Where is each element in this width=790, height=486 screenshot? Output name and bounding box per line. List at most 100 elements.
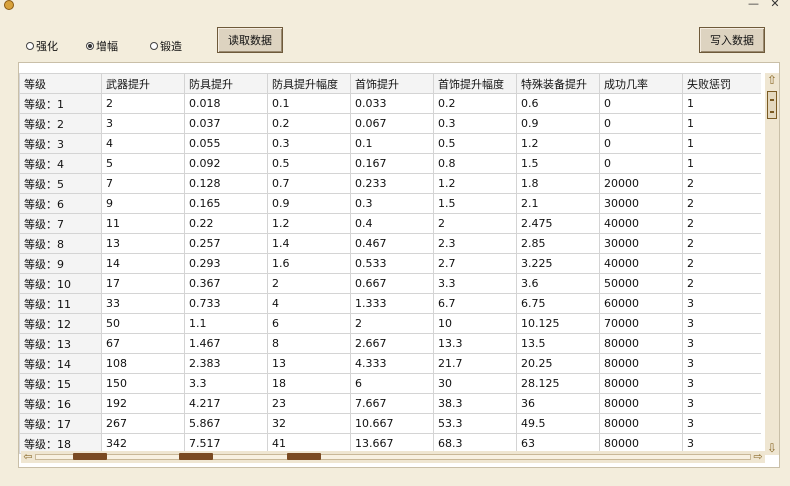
row-header-cell[interactable]: 等级：11 [19, 293, 102, 314]
minimize-button[interactable]: — [745, 0, 763, 10]
table-cell[interactable]: 13.3 [433, 333, 517, 354]
table-cell[interactable]: 40000 [599, 213, 683, 234]
table-row[interactable]: 等级：16 192 4.217 23 7.667 38.3 36 80000 3 [19, 393, 761, 414]
table-row[interactable]: 等级：8 13 0.257 1.4 0.467 2.3 2.85 30000 2 [19, 233, 761, 254]
table-cell[interactable]: 0.293 [184, 253, 268, 274]
table-cell[interactable]: 50 [101, 313, 185, 334]
table-cell[interactable]: 1 [682, 93, 761, 114]
row-header-cell[interactable]: 等级：7 [19, 213, 102, 234]
table-cell[interactable]: 36 [516, 393, 600, 414]
scroll-left-icon[interactable]: ⇦ [21, 451, 35, 463]
table-cell[interactable]: 7 [101, 173, 185, 194]
table-cell[interactable]: 0.533 [350, 253, 434, 274]
table-row[interactable]: 等级：3 4 0.055 0.3 0.1 0.5 1.2 0 1 [19, 133, 761, 154]
table-cell[interactable]: 4.333 [350, 353, 434, 374]
horizontal-scroll-track[interactable] [35, 454, 751, 460]
table-cell[interactable]: 70000 [599, 313, 683, 334]
table-cell[interactable]: 0.5 [433, 133, 517, 154]
table-cell[interactable]: 4 [267, 293, 351, 314]
table-cell[interactable]: 1.467 [184, 333, 268, 354]
radio-zengfu[interactable]: 增幅 [86, 38, 118, 54]
horizontal-scrollbar[interactable]: ⇦ ⇨ [21, 451, 765, 463]
table-cell[interactable]: 0.8 [433, 153, 517, 174]
scroll-down-icon[interactable]: ⇩ [765, 441, 779, 455]
table-cell[interactable]: 0.167 [350, 153, 434, 174]
scroll-right-icon[interactable]: ⇨ [751, 451, 765, 463]
table-cell[interactable]: 49.5 [516, 413, 600, 434]
row-header-cell[interactable]: 等级：12 [19, 313, 102, 334]
table-cell[interactable]: 9 [101, 193, 185, 214]
table-row[interactable]: 等级：10 17 0.367 2 0.667 3.3 3.6 50000 2 [19, 273, 761, 294]
table-cell[interactable]: 32 [267, 413, 351, 434]
row-header-cell[interactable]: 等级：14 [19, 353, 102, 374]
table-cell[interactable]: 5 [101, 153, 185, 174]
table-cell[interactable]: 3.225 [516, 253, 600, 274]
table-row[interactable]: 等级：1 2 0.018 0.1 0.033 0.2 0.6 0 1 [19, 93, 761, 114]
table-cell[interactable]: 80000 [599, 413, 683, 434]
table-cell[interactable]: 6.75 [516, 293, 600, 314]
table-cell[interactable]: 0.733 [184, 293, 268, 314]
table-cell[interactable]: 0.067 [350, 113, 434, 134]
write-data-button[interactable]: 写入数据 [699, 27, 765, 53]
table-cell[interactable]: 0.037 [184, 113, 268, 134]
table-cell[interactable]: 0.7 [267, 173, 351, 194]
column-header[interactable]: 防具提升幅度 [267, 73, 351, 94]
table-cell[interactable]: 0.367 [184, 273, 268, 294]
table-cell[interactable]: 2 [682, 273, 761, 294]
table-cell[interactable]: 0.5 [267, 153, 351, 174]
table-cell[interactable]: 11 [101, 213, 185, 234]
table-cell[interactable]: 0.667 [350, 273, 434, 294]
table-cell[interactable]: 1 [682, 153, 761, 174]
vertical-scroll-thumb[interactable] [767, 91, 777, 119]
column-header[interactable]: 成功几率 [599, 73, 683, 94]
table-cell[interactable]: 14 [101, 253, 185, 274]
table-cell[interactable]: 3.3 [433, 273, 517, 294]
table-cell[interactable]: 0 [599, 133, 683, 154]
table-cell[interactable]: 33 [101, 293, 185, 314]
table-cell[interactable]: 6 [350, 373, 434, 394]
table-cell[interactable]: 13 [101, 233, 185, 254]
table-cell[interactable]: 0.033 [350, 93, 434, 114]
table-cell[interactable]: 30000 [599, 193, 683, 214]
table-cell[interactable]: 0.1 [350, 133, 434, 154]
table-cell[interactable]: 2.3 [433, 233, 517, 254]
table-cell[interactable]: 80000 [599, 333, 683, 354]
table-cell[interactable]: 80000 [599, 393, 683, 414]
table-cell[interactable]: 3.6 [516, 273, 600, 294]
table-cell[interactable]: 23 [267, 393, 351, 414]
table-cell[interactable]: 0 [599, 93, 683, 114]
row-header-cell[interactable]: 等级：5 [19, 173, 102, 194]
table-cell[interactable]: 3 [682, 313, 761, 334]
table-cell[interactable]: 2.7 [433, 253, 517, 274]
table-cell[interactable]: 2 [350, 313, 434, 334]
table-row[interactable]: 等级：6 9 0.165 0.9 0.3 1.5 2.1 30000 2 [19, 193, 761, 214]
table-cell[interactable]: 2 [682, 233, 761, 254]
row-header-cell[interactable]: 等级：8 [19, 233, 102, 254]
table-cell[interactable]: 0.165 [184, 193, 268, 214]
table-cell[interactable]: 10 [433, 313, 517, 334]
table-cell[interactable]: 80000 [599, 373, 683, 394]
table-cell[interactable]: 0.467 [350, 233, 434, 254]
table-cell[interactable]: 3 [682, 393, 761, 414]
row-header-cell[interactable]: 等级：2 [19, 113, 102, 134]
table-cell[interactable]: 1.2 [516, 133, 600, 154]
column-header[interactable]: 首饰提升幅度 [433, 73, 517, 94]
table-cell[interactable]: 2.383 [184, 353, 268, 374]
column-header[interactable]: 特殊装备提升 [516, 73, 600, 94]
table-cell[interactable]: 20.25 [516, 353, 600, 374]
table-cell[interactable]: 2 [101, 93, 185, 114]
column-header[interactable]: 首饰提升 [350, 73, 434, 94]
table-cell[interactable]: 6 [267, 313, 351, 334]
table-cell[interactable]: 13 [267, 353, 351, 374]
table-cell[interactable]: 2 [682, 173, 761, 194]
table-cell[interactable]: 1.2 [433, 173, 517, 194]
table-cell[interactable]: 192 [101, 393, 185, 414]
row-header-cell[interactable]: 等级：6 [19, 193, 102, 214]
table-cell[interactable]: 38.3 [433, 393, 517, 414]
table-cell[interactable]: 0.233 [350, 173, 434, 194]
horizontal-scroll-thumb-segment[interactable] [73, 453, 107, 460]
table-cell[interactable]: 13.5 [516, 333, 600, 354]
table-cell[interactable]: 0.092 [184, 153, 268, 174]
row-header-cell[interactable]: 等级：16 [19, 393, 102, 414]
table-cell[interactable]: 0.4 [350, 213, 434, 234]
